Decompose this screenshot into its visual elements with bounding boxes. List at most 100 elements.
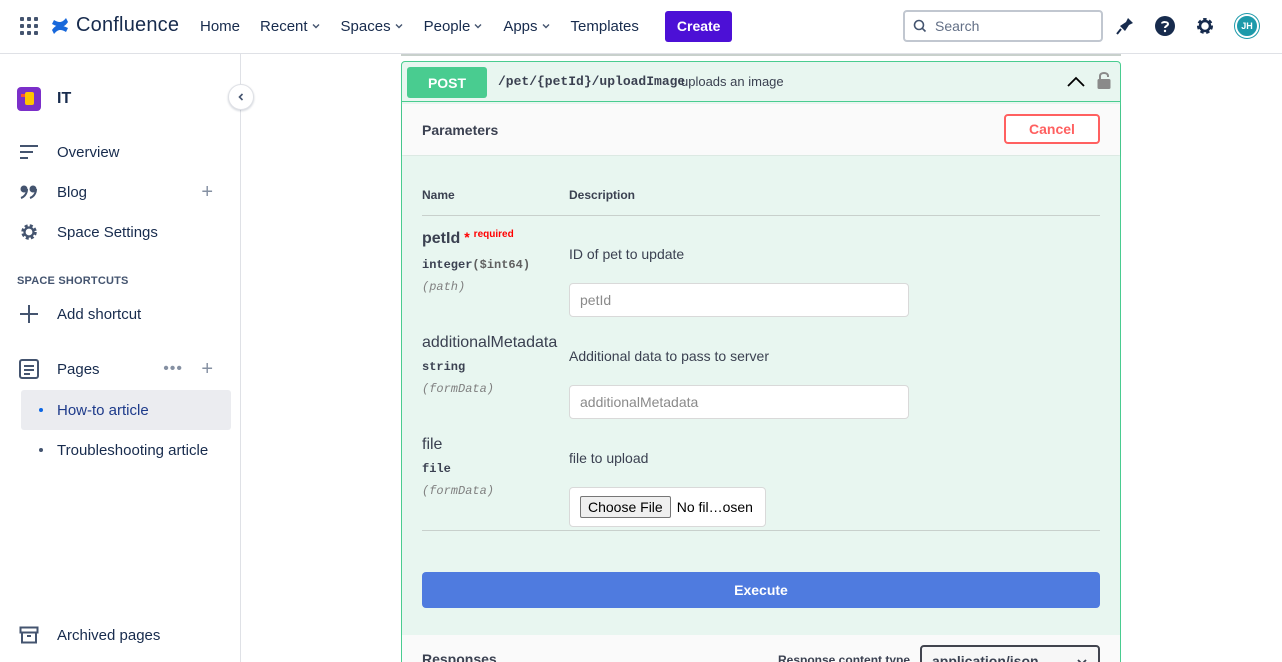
cancel-button[interactable]: Cancel [1004,114,1100,144]
lock-icon[interactable] [1096,70,1112,90]
http-method-badge: POST [407,67,487,98]
gear-icon [17,220,41,244]
petid-input[interactable] [569,283,909,317]
response-content-type-select[interactable]: application/json [920,645,1100,662]
chevron-down-icon [1077,659,1087,662]
sidebar-item-overview[interactable]: Overview [17,140,227,164]
nav-home[interactable]: Home [200,18,240,35]
no-file-chosen-label: No fil…osen [676,499,753,515]
settings-icon[interactable] [1194,15,1216,37]
notifications-icon[interactable] [1114,15,1136,37]
sidebar-item-space-settings[interactable]: Space Settings [17,220,227,244]
param-format: ($int64) [472,258,531,272]
chevron-left-icon [238,93,244,101]
param-name: additionalMetadata [422,334,558,351]
top-navigation-bar: Confluence Home Recent Spaces People App… [0,0,1282,54]
page-tree-item-label: Troubleshooting article [57,441,209,459]
param-description: Additional data to pass to server [569,348,770,364]
param-location: (formData) [422,484,495,498]
help-icon[interactable] [1154,15,1176,37]
add-page-plus-icon[interactable]: + [201,358,213,381]
file-input[interactable]: Choose File No fil…osen [569,487,766,527]
chevron-down-icon [395,24,403,29]
nav-label: Spaces [340,17,391,35]
search-input[interactable] [935,18,1085,34]
space-sidebar: IT Overview Blog + Space Settings SPACE … [0,54,241,662]
nav-recent[interactable]: Recent [260,18,321,35]
confluence-logo[interactable]: Confluence [50,14,179,37]
bullet-icon [39,408,43,412]
param-name: petId * required [422,229,514,248]
param-type: file [422,462,451,476]
pages-label: Pages [57,360,100,378]
parameters-header: Parameters Cancel [402,104,1120,155]
response-content-type-label: Response content type [778,653,911,662]
nav-templates[interactable]: Templates [571,18,639,35]
archived-pages-label: Archived pages [57,626,161,644]
chevron-down-icon [542,24,550,29]
column-header-description: Description [569,188,636,202]
nav-people[interactable]: People [424,18,484,35]
overview-icon [17,140,41,164]
responses-title: Responses [422,651,497,662]
param-name: file [422,436,443,453]
sidebar-item-label: Overview [57,143,120,161]
app-name: Confluence [76,14,180,36]
nav-label: People [423,17,471,35]
previous-block-edge [401,54,1121,56]
bullet-icon [39,448,43,452]
add-shortcut-button[interactable]: Add shortcut [17,302,227,326]
responses-header: Responses Response content type applicat… [402,635,1120,662]
avatar[interactable]: JH [1235,14,1259,38]
param-location: (formData) [422,382,495,396]
add-blog-plus-icon[interactable]: + [201,181,213,204]
column-header-name: Name [422,188,455,202]
required-label: required [473,229,514,240]
space-logo-icon [17,87,41,111]
required-star: * [464,229,470,245]
operation-summary[interactable]: POST /pet/{petId}/uploadImage uploads an… [402,62,1120,102]
sidebar-item-pages[interactable]: Pages ••• + [17,357,227,381]
space-name: IT [57,90,72,107]
apps-grid-icon[interactable] [20,17,38,35]
additional-metadata-input[interactable] [569,385,909,419]
nav-label: Templates [570,17,639,35]
choose-file-button[interactable]: Choose File [580,496,671,518]
param-description: ID of pet to update [569,246,685,262]
response-content-type-value: application/json [932,653,1039,662]
nav-label: Apps [503,17,538,35]
space-header[interactable]: IT [17,87,71,111]
chevron-up-icon[interactable] [1066,74,1086,90]
main-content: POST /pet/{petId}/uploadImage uploads an… [241,54,1282,662]
plus-icon [17,302,41,326]
divider [422,530,1100,531]
divider [422,215,1100,216]
more-options-icon[interactable]: ••• [163,360,183,378]
add-shortcut-label: Add shortcut [57,305,142,323]
sidebar-item-label: Blog [57,183,88,201]
sidebar-item-blog[interactable]: Blog + [17,180,227,204]
create-button[interactable]: Create [664,10,733,42]
operation-summary-text: uploads an image [681,74,784,89]
param-description: file to upload [569,450,649,466]
collapse-sidebar-button[interactable] [228,84,254,110]
api-operation-block: POST /pet/{petId}/uploadImage uploads an… [401,61,1121,662]
page-tree-item[interactable]: Troubleshooting article [21,430,231,470]
page-tree-item[interactable]: How-to article [21,390,231,430]
param-type: integer($int64) [422,258,530,272]
archive-icon [17,623,41,647]
pages-icon [17,357,41,381]
sidebar-item-archived-pages[interactable]: Archived pages [17,623,227,647]
main-nav: Home Recent Spaces People Apps Templates… [200,0,733,52]
chevron-down-icon [474,24,482,29]
nav-apps[interactable]: Apps [503,18,550,35]
nav-spaces[interactable]: Spaces [341,18,404,35]
page-tree-item-label: How-to article [57,401,149,419]
execute-button[interactable]: Execute [422,572,1100,608]
confluence-logo-icon [52,17,68,34]
parameters-title: Parameters [422,122,499,138]
sidebar-item-label: Space Settings [57,223,158,241]
operation-path: /pet/{petId}/uploadImage [498,74,686,89]
param-location: (path) [422,280,466,294]
search-box[interactable] [903,10,1103,42]
